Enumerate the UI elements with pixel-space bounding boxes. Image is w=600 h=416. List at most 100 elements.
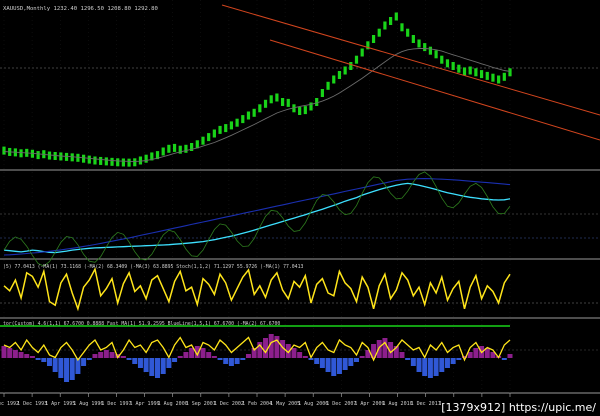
histogram-bar bbox=[200, 348, 206, 358]
price-candle bbox=[212, 129, 216, 138]
price-candle bbox=[133, 158, 137, 167]
price-candle bbox=[229, 121, 234, 130]
histogram-bar bbox=[189, 348, 195, 358]
symbol-header: XAUUSD,Monthly 1232.40 1296.50 1208.80 1… bbox=[3, 6, 158, 12]
histogram-bar bbox=[18, 352, 24, 358]
price-candle bbox=[479, 70, 484, 79]
price-candle bbox=[258, 104, 262, 113]
histogram-bar bbox=[126, 358, 132, 360]
price-candle bbox=[377, 28, 381, 37]
price-candle bbox=[491, 73, 495, 82]
histogram-header: tor(Custom) 4.6(1,1) 67.6700 0.8888 Fast… bbox=[3, 321, 280, 327]
price-candle bbox=[99, 156, 103, 165]
price-candle bbox=[434, 50, 438, 59]
price-candle bbox=[116, 158, 120, 167]
histogram-bar bbox=[507, 354, 513, 358]
histogram-bar bbox=[444, 358, 450, 368]
price-candle bbox=[36, 151, 40, 160]
price-candle bbox=[457, 64, 461, 73]
histogram-bar bbox=[64, 358, 70, 382]
overlay-green-line bbox=[3, 171, 511, 267]
price-candle bbox=[87, 155, 91, 164]
price-candle bbox=[451, 62, 455, 70]
price-candle bbox=[161, 147, 165, 156]
price-candle bbox=[303, 106, 307, 115]
x-tick-label: 1 Dec 2011 bbox=[411, 401, 441, 407]
price-candle bbox=[383, 21, 387, 30]
price-candle bbox=[440, 55, 444, 64]
price-candle bbox=[224, 124, 228, 133]
histogram-bar bbox=[92, 354, 98, 358]
overlay-pane bbox=[3, 171, 511, 267]
price-candle bbox=[144, 154, 148, 163]
price-candle bbox=[184, 144, 188, 153]
price-candle bbox=[354, 55, 359, 64]
price-candle bbox=[485, 71, 489, 80]
price-candle bbox=[275, 93, 279, 102]
histogram-bar bbox=[206, 352, 212, 358]
x-tick-label: 1 Aug 2000 bbox=[158, 401, 188, 407]
histogram-bar bbox=[35, 358, 41, 360]
histogram-bar bbox=[263, 338, 269, 358]
histogram-bar bbox=[427, 358, 433, 378]
price-candle bbox=[349, 62, 353, 70]
histogram-pane bbox=[0, 325, 513, 382]
price-candle bbox=[246, 111, 251, 120]
price-candle bbox=[172, 143, 177, 152]
histogram-bar bbox=[120, 356, 126, 358]
x-tick-label: 1 Aug 1996 bbox=[73, 401, 103, 407]
histogram-bar bbox=[58, 358, 64, 378]
price-candle bbox=[127, 158, 131, 167]
overlay-cyan-line bbox=[3, 182, 511, 254]
price-candle bbox=[269, 95, 273, 104]
price-candle bbox=[320, 89, 324, 97]
histogram-bar bbox=[1, 346, 7, 358]
price-candle bbox=[406, 28, 410, 37]
price-candle bbox=[263, 99, 268, 108]
histogram-bar bbox=[7, 348, 13, 358]
histogram-bar bbox=[234, 358, 240, 364]
price-candle bbox=[121, 158, 125, 167]
histogram-bar bbox=[223, 358, 229, 364]
histogram-bar bbox=[41, 358, 47, 362]
price-candle bbox=[462, 67, 467, 76]
x-tick-label: 1 Dec 1993 bbox=[17, 401, 47, 407]
histogram-bar bbox=[69, 358, 75, 380]
histogram-bar bbox=[467, 352, 473, 358]
histogram-bar bbox=[166, 358, 172, 368]
histogram-bar bbox=[24, 354, 30, 358]
histogram-bar bbox=[12, 350, 18, 358]
histogram-bar bbox=[98, 352, 104, 358]
histogram-bar bbox=[137, 358, 143, 368]
histogram-bar bbox=[81, 358, 87, 366]
price-candle bbox=[104, 157, 108, 166]
price-candle bbox=[286, 98, 290, 107]
histogram-bar bbox=[501, 358, 507, 360]
price-candle bbox=[207, 133, 211, 142]
price-candle bbox=[360, 48, 364, 57]
price-candle bbox=[394, 12, 398, 21]
chart-root: 1 Dec 19921 Dec 19931 Apr 19951 Aug 1996… bbox=[0, 0, 600, 416]
histogram-bar bbox=[342, 358, 348, 370]
histogram-bar bbox=[314, 358, 320, 364]
x-tick-label: 1 Dec 2007 bbox=[326, 401, 356, 407]
price-candle bbox=[201, 136, 205, 145]
x-tick-label: 1 Dec 1997 bbox=[101, 401, 131, 407]
histogram-bar bbox=[353, 358, 359, 362]
histogram-bar bbox=[450, 358, 456, 364]
price-candle bbox=[138, 156, 143, 165]
histogram-bar bbox=[143, 358, 149, 372]
histogram-bar bbox=[410, 358, 416, 366]
watermark-text: [1379x912] https://upic.me/ bbox=[441, 401, 596, 414]
price-candle bbox=[167, 144, 171, 153]
price-candle bbox=[423, 43, 427, 52]
histogram-bar bbox=[336, 358, 342, 374]
histogram-bar bbox=[172, 358, 178, 362]
chart-canvas: 1 Dec 19921 Dec 19931 Apr 19951 Aug 1996… bbox=[0, 0, 600, 407]
histogram-bar bbox=[46, 358, 52, 366]
x-tick-label: 1 Apr 2009 bbox=[354, 401, 384, 407]
histogram-bar bbox=[433, 358, 439, 376]
histogram-bar bbox=[399, 352, 405, 358]
histogram-bar bbox=[183, 352, 189, 358]
price-candle bbox=[93, 156, 97, 165]
